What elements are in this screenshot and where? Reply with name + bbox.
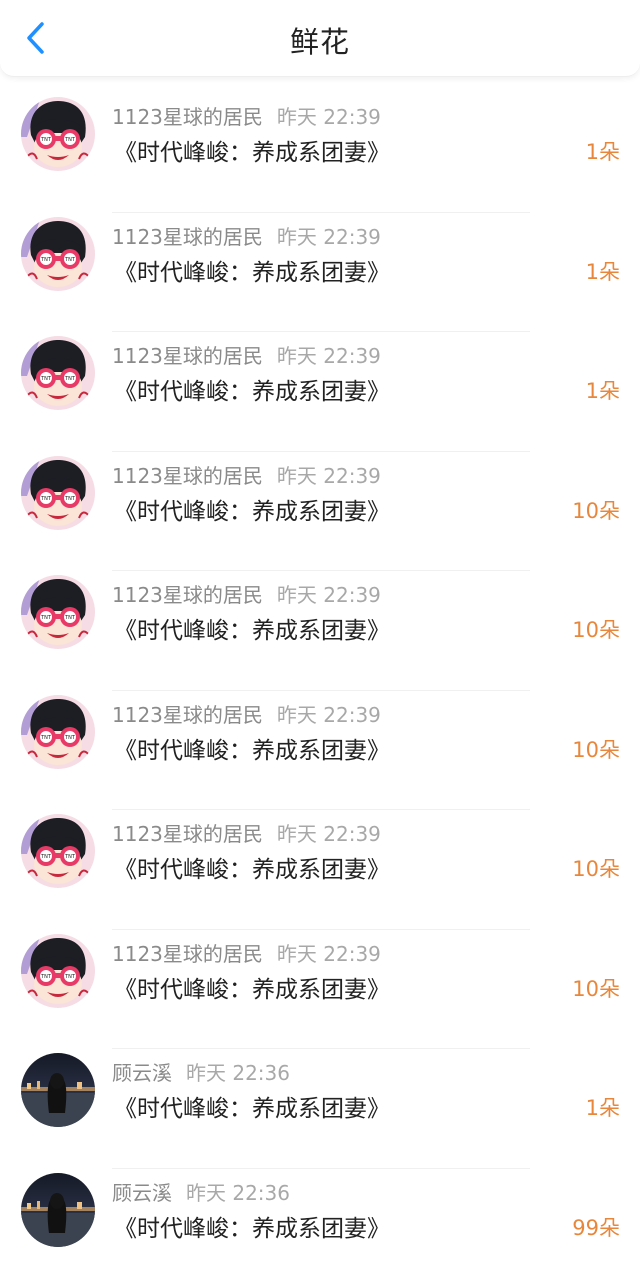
page-title: 鲜花	[0, 0, 640, 76]
svg-text:TNT: TNT	[40, 854, 52, 860]
flower-count: 10朵	[572, 734, 620, 764]
user-name[interactable]: 1123星球的居民	[112, 703, 263, 727]
book-title[interactable]: 《时代峰峻：养成系团妻》	[114, 1089, 390, 1123]
timestamp: 昨天 22:39	[277, 703, 381, 727]
flower-count: 1朵	[586, 1092, 620, 1122]
svg-text:TNT: TNT	[40, 615, 52, 621]
list-item[interactable]: TNT TNT 1123星球的居民昨天 22:39 《时代峰峻：养成系团妻》 10朵	[0, 930, 640, 1050]
list-item[interactable]: TNT TNT 1123星球的居民昨天 22:39 《时代峰峻：养成系团妻》 10朵	[0, 810, 640, 930]
user-name[interactable]: 顾云溪	[112, 1181, 172, 1205]
timestamp: 昨天 22:39	[277, 105, 381, 129]
svg-text:TNT: TNT	[64, 854, 76, 860]
svg-text:TNT: TNT	[64, 137, 76, 143]
item-meta: 1123星球的居民昨天 22:39	[112, 579, 381, 608]
flower-count: 10朵	[572, 853, 620, 883]
svg-text:TNT: TNT	[64, 615, 76, 621]
book-title[interactable]: 《时代峰峻：养成系团妻》	[114, 731, 390, 765]
book-title[interactable]: 《时代峰峻：养成系团妻》	[114, 492, 390, 526]
avatar[interactable]	[21, 1173, 95, 1247]
avatar[interactable]: TNT TNT	[21, 336, 95, 410]
list-item[interactable]: 顾云溪昨天 22:36 《时代峰峻：养成系团妻》 99朵	[0, 1169, 640, 1288]
book-title[interactable]: 《时代峰峻：养成系团妻》	[114, 1209, 390, 1243]
user-name[interactable]: 1123星球的居民	[112, 822, 263, 846]
book-title[interactable]: 《时代峰峻：养成系团妻》	[114, 970, 390, 1004]
svg-text:TNT: TNT	[40, 735, 52, 741]
top-bar: 鲜花	[0, 0, 640, 77]
flower-count: 10朵	[572, 973, 620, 1003]
flower-count: 1朵	[586, 375, 620, 405]
flower-list: TNT TNT 1123星球的居民昨天 22:39《时代峰峻：养成系团妻》1朵 …	[0, 93, 640, 1288]
avatar[interactable]: TNT TNT	[21, 456, 95, 530]
user-name[interactable]: 1123星球的居民	[112, 105, 263, 129]
item-meta: 顾云溪昨天 22:36	[112, 1057, 290, 1086]
book-title[interactable]: 《时代峰峻：养成系团妻》	[114, 253, 390, 287]
item-meta: 1123星球的居民昨天 22:39	[112, 101, 381, 130]
timestamp: 昨天 22:36	[186, 1061, 290, 1085]
svg-text:TNT: TNT	[64, 376, 76, 382]
list-item[interactable]: TNT TNT 1123星球的居民昨天 22:39 《时代峰峻：养成系团妻》 10朵	[0, 452, 640, 572]
user-name[interactable]: 顾云溪	[112, 1061, 172, 1085]
flower-count: 99朵	[572, 1212, 620, 1242]
item-meta: 1123星球的居民昨天 22:39	[112, 818, 381, 847]
timestamp: 昨天 22:39	[277, 942, 381, 966]
flower-count: 1朵	[586, 256, 620, 286]
item-meta: 1123星球的居民昨天 22:39	[112, 340, 381, 369]
user-name[interactable]: 1123星球的居民	[112, 344, 263, 368]
book-title[interactable]: 《时代峰峻：养成系团妻》	[114, 850, 390, 884]
item-meta: 1123星球的居民昨天 22:39	[112, 221, 381, 250]
flower-count: 10朵	[572, 495, 620, 525]
svg-text:TNT: TNT	[40, 974, 52, 980]
timestamp: 昨天 22:39	[277, 822, 381, 846]
list-item[interactable]: TNT TNT 1123星球的居民昨天 22:39 《时代峰峻：养成系团妻》 10朵	[0, 691, 640, 811]
avatar[interactable]: TNT TNT	[21, 97, 95, 171]
svg-text:TNT: TNT	[64, 257, 76, 263]
item-meta: 1123星球的居民昨天 22:39	[112, 938, 381, 967]
timestamp: 昨天 22:39	[277, 583, 381, 607]
flower-count: 10朵	[572, 614, 620, 644]
avatar[interactable]: TNT TNT	[21, 575, 95, 649]
item-meta: 1123星球的居民昨天 22:39	[112, 699, 381, 728]
timestamp: 昨天 22:39	[277, 344, 381, 368]
timestamp: 昨天 22:36	[186, 1181, 290, 1205]
item-meta: 1123星球的居民昨天 22:39	[112, 460, 381, 489]
item-meta: 顾云溪昨天 22:36	[112, 1177, 290, 1206]
avatar[interactable]: TNT TNT	[21, 217, 95, 291]
book-title[interactable]: 《时代峰峻：养成系团妻》	[114, 372, 390, 406]
list-item[interactable]: TNT TNT 1123星球的居民昨天 22:39 《时代峰峻：养成系团妻》 1朵	[0, 93, 640, 213]
book-title[interactable]: 《时代峰峻：养成系团妻》	[114, 133, 390, 167]
timestamp: 昨天 22:39	[277, 225, 381, 249]
svg-text:TNT: TNT	[64, 974, 76, 980]
svg-text:TNT: TNT	[40, 376, 52, 382]
svg-text:TNT: TNT	[40, 496, 52, 502]
flower-count: 1朵	[586, 136, 620, 166]
list-item[interactable]: TNT TNT 1123星球的居民昨天 22:39 《时代峰峻：养成系团妻》 1朵	[0, 213, 640, 333]
user-name[interactable]: 1123星球的居民	[112, 464, 263, 488]
avatar[interactable]: TNT TNT	[21, 695, 95, 769]
avatar[interactable]	[21, 1053, 95, 1127]
list-item[interactable]: 顾云溪昨天 22:36 《时代峰峻：养成系团妻》 1朵	[0, 1049, 640, 1169]
avatar[interactable]: TNT TNT	[21, 814, 95, 888]
book-title[interactable]: 《时代峰峻：养成系团妻》	[114, 611, 390, 645]
user-name[interactable]: 1123星球的居民	[112, 225, 263, 249]
user-name[interactable]: 1123星球的居民	[112, 583, 263, 607]
timestamp: 昨天 22:39	[277, 464, 381, 488]
list-item[interactable]: TNT TNT 1123星球的居民昨天 22:39 《时代峰峻：养成系团妻》 10朵	[0, 571, 640, 691]
svg-text:TNT: TNT	[40, 137, 52, 143]
avatar[interactable]: TNT TNT	[21, 934, 95, 1008]
user-name[interactable]: 1123星球的居民	[112, 942, 263, 966]
list-item[interactable]: TNT TNT 1123星球的居民昨天 22:39 《时代峰峻：养成系团妻》 1朵	[0, 332, 640, 452]
svg-text:TNT: TNT	[40, 257, 52, 263]
svg-text:TNT: TNT	[64, 735, 76, 741]
svg-text:TNT: TNT	[64, 496, 76, 502]
